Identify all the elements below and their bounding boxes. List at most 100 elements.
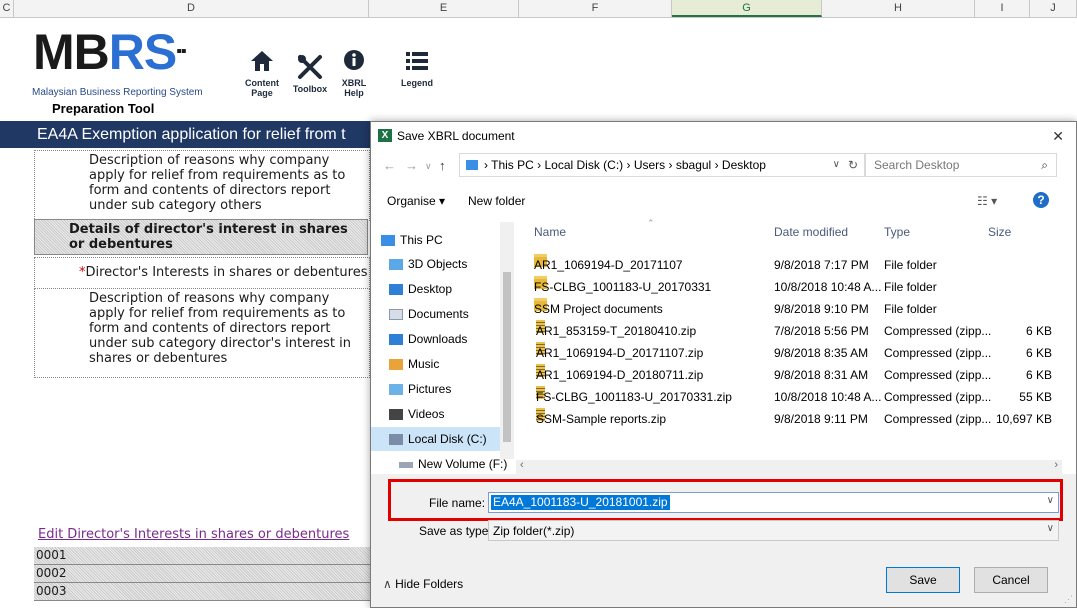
nav-local-disk[interactable]: Local Disk (C:): [371, 427, 500, 451]
director-interests-row[interactable]: *Director's Interests in shares or deben…: [34, 257, 370, 289]
table-row[interactable]: 0002: [34, 565, 370, 583]
resize-grip-icon[interactable]: ⋰: [1064, 594, 1073, 605]
toolbox-label: Toolbox: [292, 84, 328, 94]
forward-arrow-icon[interactable]: →: [405, 158, 418, 173]
address-dropdown-icon[interactable]: ∨: [833, 154, 840, 176]
help-icon[interactable]: ?: [1033, 192, 1049, 208]
nav-new-volume[interactable]: New Volume (F:): [399, 452, 507, 476]
list-item[interactable]: AR1_1069194-D_20171107.zip 9/8/2018 8:35…: [518, 342, 1058, 364]
search-input[interactable]: Search Desktop ⌕: [865, 153, 1057, 177]
column-header-g[interactable]: G: [672, 0, 822, 17]
column-type[interactable]: Type: [884, 225, 910, 239]
list-item[interactable]: SSM-Sample reports.zip 9/8/2018 9:11 PM …: [518, 408, 1058, 430]
nav-documents[interactable]: Documents: [389, 302, 469, 326]
list-item[interactable]: FS-CLBG_1001183-U_20170331 10/8/2018 10:…: [518, 276, 1058, 298]
list-item[interactable]: FS-CLBG_1001183-U_20170331.zip 10/8/2018…: [518, 386, 1058, 408]
column-header-c[interactable]: C: [0, 0, 14, 17]
nav-scrollbar[interactable]: [500, 222, 514, 459]
scroll-left-icon[interactable]: ‹: [520, 459, 524, 471]
music-icon: [389, 359, 403, 371]
sort-chevron-icon: ⌃: [647, 218, 655, 228]
recent-chevron-icon[interactable]: ∨: [425, 161, 432, 172]
chevron-down-icon[interactable]: ∨: [1047, 523, 1054, 534]
nav-scrollbar-thumb[interactable]: [503, 272, 511, 442]
column-size[interactable]: Size: [988, 225, 1011, 239]
table-row[interactable]: 0003: [34, 583, 370, 601]
content-page-button[interactable]: Content Page: [240, 44, 284, 98]
column-name[interactable]: Name: [534, 225, 566, 239]
logo-subtitle: Preparation Tool: [52, 101, 155, 116]
breadcrumb-desktop[interactable]: Desktop: [722, 158, 766, 172]
document-icon: [389, 309, 403, 321]
back-arrow-icon[interactable]: ←: [383, 158, 396, 173]
refresh-icon[interactable]: ↻: [848, 154, 858, 176]
nav-pictures[interactable]: Pictures: [389, 377, 451, 401]
address-bar[interactable]: › This PC › Local Disk (C:) › Users › sb…: [459, 153, 865, 177]
info-icon: [336, 44, 372, 78]
scroll-right-icon[interactable]: ›: [1054, 459, 1058, 471]
table-row[interactable]: 0001: [34, 547, 370, 565]
column-header-i[interactable]: I: [975, 0, 1030, 17]
save-dialog: X Save XBRL document ✕ ← → ∨ ↑ › This PC…: [370, 121, 1077, 608]
nav-music[interactable]: Music: [389, 352, 439, 376]
list-item[interactable]: SSM Project documents 9/8/2018 9:10 PM F…: [518, 298, 1058, 320]
list-item[interactable]: AR1_853159-T_20180410.zip 7/8/2018 5:56 …: [518, 320, 1058, 342]
breadcrumb-local-disk[interactable]: Local Disk (C:): [544, 158, 623, 172]
xbrl-help-button[interactable]: XBRL Help: [336, 44, 372, 98]
up-arrow-icon[interactable]: ↑: [439, 158, 446, 173]
toolbox-button[interactable]: Toolbox: [288, 50, 332, 94]
cube-icon: [389, 259, 403, 271]
nav-3d-objects[interactable]: 3D Objects: [389, 252, 467, 276]
nav-this-pc[interactable]: This PC: [381, 228, 443, 252]
hide-folders-button[interactable]: ∧ Hide Folders: [383, 577, 463, 591]
view-options-icon[interactable]: ☷ ▾: [977, 194, 997, 208]
nav-videos[interactable]: Videos: [389, 402, 444, 426]
new-folder-button[interactable]: New folder: [468, 194, 525, 208]
file-name-value: EA4A_1001183-U_20181001.zip: [491, 495, 670, 510]
drive-icon: [399, 461, 413, 468]
desc-others-text: Description of reasons why company apply…: [89, 153, 346, 213]
close-icon[interactable]: ✕: [1052, 122, 1064, 150]
nav-desktop[interactable]: Desktop: [389, 277, 452, 301]
chevron-down-icon[interactable]: ∨: [1047, 495, 1054, 506]
legend-button[interactable]: Legend: [395, 44, 439, 88]
desc-director-interest-cell[interactable]: Description of reasons why company apply…: [34, 288, 370, 378]
director-interests-label: *Director's Interests in shares or deben…: [79, 265, 368, 280]
column-header-f[interactable]: F: [519, 0, 672, 17]
column-header-j[interactable]: J: [1030, 0, 1077, 17]
home-icon: [240, 44, 284, 78]
save-button[interactable]: Save: [886, 567, 960, 593]
list-item[interactable]: AR1_1069194-D_20171107 9/8/2018 7:17 PM …: [518, 254, 1058, 276]
breadcrumb-sbagul[interactable]: sbagul: [676, 158, 711, 172]
edit-director-interests-link[interactable]: Edit Director's Interests in shares or d…: [38, 527, 349, 542]
cancel-button[interactable]: Cancel: [974, 567, 1048, 593]
mbrs-logo: MBRS▪▪: [33, 24, 187, 80]
search-icon: ⌕: [1041, 158, 1048, 172]
file-list-scrollbar[interactable]: ‹ ›: [516, 459, 1062, 474]
column-header-h[interactable]: H: [822, 0, 975, 17]
list-item[interactable]: AR1_1069194-D_20180711.zip 9/8/2018 8:31…: [518, 364, 1058, 386]
column-header-e[interactable]: E: [369, 0, 519, 17]
save-type-select[interactable]: Zip folder(*.zip) ∨: [488, 520, 1059, 541]
breadcrumb-this-pc[interactable]: This PC: [491, 158, 534, 172]
breadcrumb: › This PC › Local Disk (C:) › Users › sb…: [484, 158, 766, 172]
dialog-title: Save XBRL document: [397, 129, 515, 143]
pc-icon: [466, 160, 478, 170]
column-header-d[interactable]: D: [14, 0, 369, 17]
desktop-icon: [389, 284, 403, 296]
breadcrumb-users[interactable]: Users: [634, 158, 665, 172]
desc-others-cell[interactable]: Description of reasons why company apply…: [34, 150, 370, 221]
organise-button[interactable]: Organise ▾: [387, 194, 445, 208]
chevron-up-icon: ∧: [383, 577, 392, 591]
file-name-label: File name:: [429, 496, 486, 510]
excel-icon: X: [378, 129, 392, 142]
column-date-modified[interactable]: Date modified: [774, 225, 848, 239]
column-header-bar: C D E F G H I J: [0, 0, 1077, 18]
file-name-field[interactable]: EA4A_1001183-U_20181001.zip ∨: [488, 492, 1059, 513]
toolbox-icon: [288, 50, 332, 84]
desc-director-interest-text: Description of reasons why company apply…: [89, 291, 351, 366]
pc-icon: [381, 235, 395, 247]
nav-downloads[interactable]: Downloads: [389, 327, 467, 351]
search-placeholder: Search Desktop: [874, 158, 960, 172]
legend-label: Legend: [400, 78, 433, 88]
